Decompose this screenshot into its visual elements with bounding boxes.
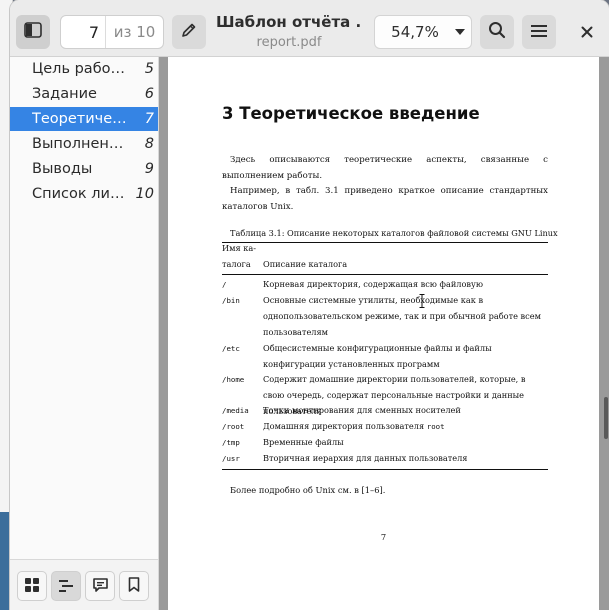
thumbnails-view-button[interactable]	[17, 571, 47, 601]
outline-sidebar: Цель работы 5 Задание 6 Теоретичес… 7 Вы…	[10, 57, 159, 610]
outline-item-page: 7	[144, 111, 154, 127]
outline-item-page: 8	[144, 136, 154, 152]
table-caption: Таблица 3.1: Описание некоторых каталого…	[230, 228, 558, 238]
main-menu-button[interactable]	[522, 15, 556, 49]
table-top-rule	[222, 242, 548, 243]
zoom-dropdown[interactable]: 54,7%	[374, 15, 472, 49]
outline-item-label: Список лите…	[32, 186, 128, 202]
outline-item-page: 9	[144, 161, 154, 177]
outline-item-label: Выполнение…	[32, 136, 128, 152]
header-bar: 7 из 10 Шаблон отчёта ... report.pdf 54,…	[10, 0, 609, 57]
outline-item-page: 6	[144, 86, 154, 102]
hamburger-menu-icon	[531, 23, 547, 42]
paragraph: Более подробно об Unix см. в [1–6].	[230, 485, 386, 495]
outline-item-task[interactable]: Задание 6	[10, 82, 158, 106]
bookmarks-view-button[interactable]	[119, 571, 149, 601]
comment-icon	[92, 577, 108, 596]
document-viewer-window: 7 из 10 Шаблон отчёта ... report.pdf 54,…	[10, 0, 609, 610]
table-header-dir: Имя ка- талога	[222, 243, 257, 269]
zoom-value: 54,7%	[391, 23, 439, 41]
outline-item-theory[interactable]: Теоретичес… 7	[10, 107, 158, 131]
document-title-block: Шаблон отчёта ... report.pdf	[216, 13, 362, 50]
outline-item-conclusions[interactable]: Выводы 9	[10, 157, 158, 181]
search-button[interactable]	[480, 15, 514, 49]
total-pages-label: из 10	[113, 23, 156, 41]
sidebar-toggle-icon	[24, 22, 42, 42]
annotate-button[interactable]	[172, 15, 206, 49]
vertical-scrollbar[interactable]	[604, 397, 608, 439]
outline-view-button[interactable]	[51, 571, 81, 601]
document-title: Шаблон отчёта ...	[216, 13, 362, 31]
text-cursor-icon	[419, 293, 425, 308]
section-heading: 3 Теоретическое введение	[222, 104, 480, 123]
close-icon	[581, 23, 593, 42]
outline-item-references[interactable]: Список лите… 10	[10, 182, 158, 206]
document-view[interactable]: 3 Теоретическое введение Здесь описывают…	[159, 57, 609, 610]
outline-item-label: Теоретичес…	[32, 111, 128, 127]
sidebar-toggle-button[interactable]	[16, 15, 50, 49]
page-number: 7	[380, 532, 387, 542]
outline-item-label: Задание	[32, 86, 97, 102]
outline-list-icon	[59, 577, 73, 596]
sidebar-mode-switcher	[10, 559, 158, 610]
table-header-desc: Описание каталога	[263, 259, 348, 269]
outline-item-goal[interactable]: Цель работы 5	[10, 57, 158, 81]
document-filename: report.pdf	[256, 35, 322, 50]
paragraph: Например, в табл. 3.1 приведено краткое …	[222, 186, 548, 212]
chevron-down-icon	[449, 28, 471, 36]
table-bottom-rule	[222, 469, 548, 470]
pdf-page: 3 Теоретическое введение Здесь описывают…	[168, 57, 599, 610]
page-number-field[interactable]: 7 из 10	[60, 15, 164, 49]
table-header-rule	[222, 274, 548, 275]
outline-item-label: Цель работы	[32, 61, 128, 77]
current-page-input[interactable]: 7	[61, 23, 105, 42]
bookmark-icon	[128, 576, 140, 596]
grid-icon	[25, 577, 39, 596]
search-icon	[488, 21, 506, 43]
outline-item-page: 10	[135, 186, 154, 202]
paragraph: Здесь описываются теоретические аспекты,…	[222, 155, 548, 181]
close-button[interactable]	[575, 20, 599, 44]
outline-item-page: 5	[144, 61, 154, 77]
outline-item-label: Выводы	[32, 161, 93, 177]
outline-item-execution[interactable]: Выполнение… 8	[10, 132, 158, 156]
pencil-icon	[181, 22, 197, 42]
annotations-view-button[interactable]	[85, 571, 115, 601]
